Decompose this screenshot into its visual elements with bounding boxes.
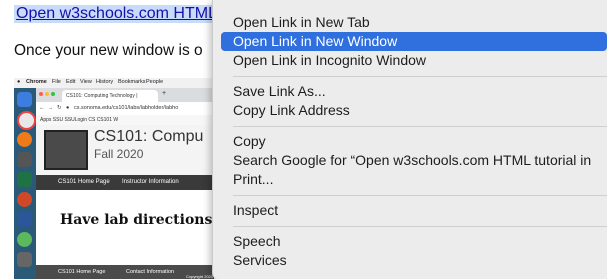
menu-open-new-tab[interactable]: Open Link in New Tab: [221, 13, 607, 32]
browser-window: CS101: Computing Technology | + ← → ↻ ● …: [36, 88, 214, 279]
menu-separator: [233, 195, 607, 196]
nav-instructor: Instructor Information: [122, 179, 179, 185]
chip-logo-icon: [44, 130, 88, 170]
excel-icon: [17, 172, 32, 187]
address-bar: ← → ↻ ● cs.sonoma.edu/cs101/labs/labhold…: [36, 102, 214, 115]
site-nav: CS101 Home Page Instructor Information: [36, 175, 214, 190]
chrome-icon: [17, 111, 36, 130]
site-footer: CS101 Home Page Contact Information Copy…: [36, 265, 214, 279]
tab-strip: CS101: Computing Technology | +: [36, 88, 214, 102]
menu-search-google[interactable]: Search Google for “Open w3schools.com HT…: [221, 151, 607, 170]
menu-services[interactable]: Services: [221, 251, 607, 270]
footer-home: CS101 Home Page: [58, 269, 106, 275]
zoom-dot-icon: [51, 92, 55, 96]
menu-open-incognito[interactable]: Open Link in Incognito Window: [221, 51, 607, 70]
back-icon: ←: [39, 105, 45, 111]
nav-home: CS101 Home Page: [58, 179, 110, 185]
footer-copyright: Copyright 2020: [186, 274, 214, 279]
word-icon: [17, 212, 32, 227]
mac-menu-chrome: Chrome: [26, 79, 47, 85]
mac-menu-file: File: [52, 79, 61, 85]
instruction-text: Once your new window is o: [14, 42, 203, 59]
menu-inspect[interactable]: Inspect: [221, 201, 607, 220]
mac-menu-bar: ● Chrome File Edit View History Bookmark…: [14, 78, 214, 88]
site-subtitle: Fall 2020: [94, 147, 144, 161]
dock: [14, 88, 36, 279]
close-dot-icon: [39, 92, 43, 96]
minimize-dot-icon: [45, 92, 49, 96]
bookmarks-bar: Apps SSU SSULogin CS CS101 W: [36, 115, 214, 125]
mac-menu-bookmarks: Bookmarks: [118, 79, 146, 85]
context-menu: Open Link in New Tab Open Link in New Wi…: [212, 0, 607, 279]
embedded-screenshot: ● Chrome File Edit View History Bookmark…: [14, 78, 214, 279]
browser-tab: CS101: Computing Technology |: [62, 90, 158, 102]
mac-menu-history: History: [96, 79, 114, 85]
menu-separator: [233, 226, 607, 227]
site-header: CS101: Compu Fall 2020: [36, 125, 214, 175]
mac-menu-view: View: [80, 79, 92, 85]
app-icon-green: [17, 232, 32, 247]
menu-print[interactable]: Print...: [221, 170, 607, 189]
menu-copy-link-address[interactable]: Copy Link Address: [221, 101, 607, 120]
url-text: cs.sonoma.edu/cs101/labs/labholder/labho: [74, 105, 179, 111]
forward-icon: →: [48, 105, 54, 111]
tutorial-link[interactable]: Open w3schools.com HTML: [14, 5, 219, 23]
lab-heading: Have lab directions op: [60, 212, 214, 228]
powerpoint-icon: [17, 192, 32, 207]
menu-separator: [233, 126, 607, 127]
firefox-icon: [17, 132, 32, 147]
reload-icon: ↻: [57, 105, 62, 111]
menu-copy[interactable]: Copy: [221, 132, 607, 151]
footer-contact: Contact Information: [126, 269, 174, 275]
mac-menu-edit: Edit: [66, 79, 76, 85]
site-title: CS101: Compu: [94, 128, 204, 145]
mac-menu-people: People: [146, 79, 164, 85]
new-tab-icon: +: [162, 90, 167, 97]
lock-icon: ●: [66, 105, 70, 111]
menu-save-link-as[interactable]: Save Link As...: [221, 82, 607, 101]
finder-icon: [17, 92, 32, 107]
apple-icon: ●: [17, 79, 21, 85]
app-icon-gray: [17, 252, 32, 267]
menu-speech[interactable]: Speech: [221, 232, 607, 251]
menu-open-new-window[interactable]: Open Link in New Window: [221, 32, 607, 51]
menu-separator: [233, 76, 607, 77]
app-icon: [17, 152, 32, 167]
